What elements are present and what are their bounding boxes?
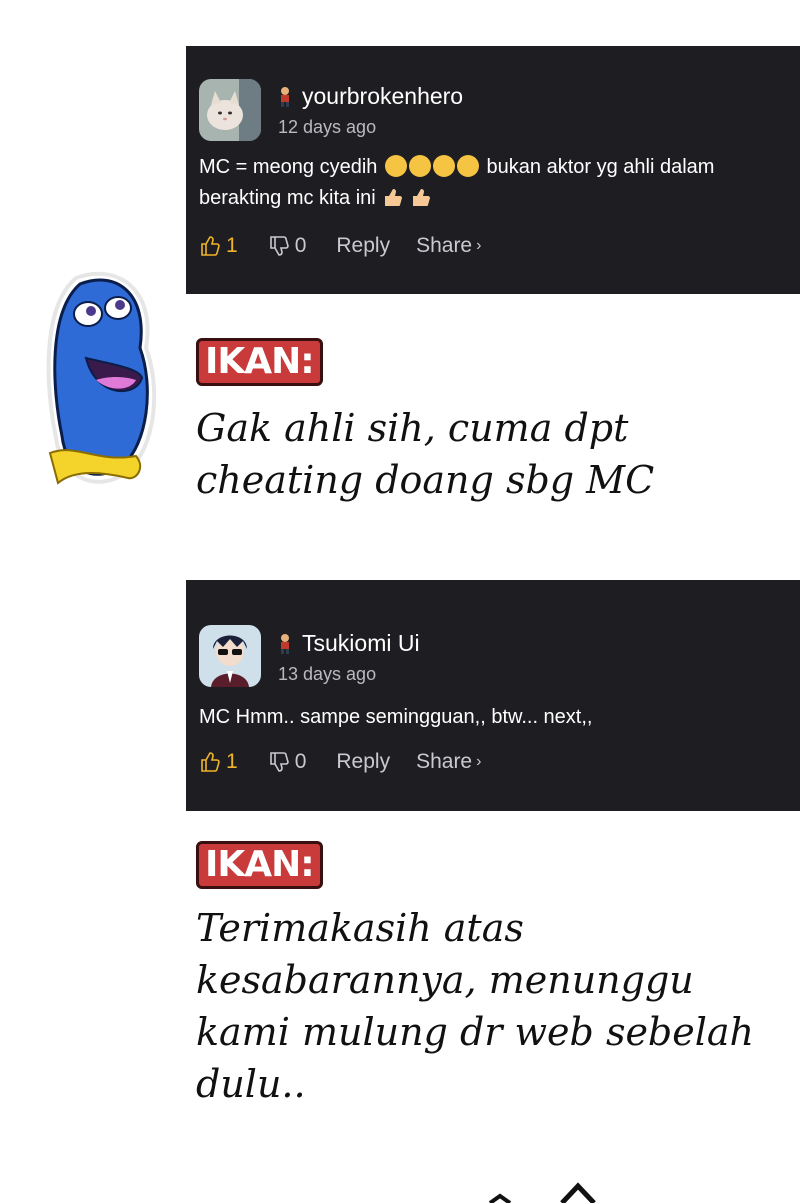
comment-timestamp: 12 days ago	[278, 117, 377, 137]
rofl-emoji-icon	[456, 155, 479, 177]
response-text: Gak ahli sih, cuma dpt cheating doang sb…	[196, 406, 655, 502]
like-count: 1	[226, 234, 238, 257]
dislike-button[interactable]: 0	[268, 750, 307, 774]
thumbs-down-icon	[269, 236, 289, 256]
share-button[interactable]: Share ›	[416, 750, 481, 774]
thumbs-up-emoji-icon	[412, 189, 430, 206]
username[interactable]: yourbrokenhero	[302, 83, 463, 110]
comment-card: yourbrokenhero 12 days ago MC = meong cy…	[186, 46, 800, 294]
like-button[interactable]: 1	[199, 750, 238, 774]
thumbs-up-icon	[201, 236, 220, 256]
chevron-right-icon: ›	[476, 237, 482, 254]
laughing-emoji-group	[384, 155, 479, 177]
dislike-button[interactable]: 0	[268, 234, 307, 258]
comment-text: MC = meong cyedih bukan aktor yg ahli da…	[199, 155, 715, 209]
rofl-emoji-icon	[408, 155, 431, 177]
comment-card: Tsukiomi Ui 13 days ago MC Hmm.. sampe s…	[186, 580, 800, 811]
rank-badge-icon	[278, 633, 292, 655]
speaker-label: IKAN:	[196, 338, 323, 386]
like-button[interactable]: 1	[199, 234, 238, 258]
like-count: 1	[226, 750, 238, 773]
user-avatar[interactable]	[199, 79, 261, 141]
dislike-count: 0	[294, 750, 307, 773]
thumbs-up-icon	[201, 752, 220, 772]
comment-actions: 1 0 Reply Share ›	[199, 750, 481, 774]
reply-button[interactable]: Reply	[336, 750, 390, 774]
thumbs-up-emoji-icon	[385, 189, 403, 206]
fish-mascot-illustration	[46, 271, 157, 485]
share-button[interactable]: Share ›	[416, 234, 481, 258]
thumbs-down-icon	[269, 752, 289, 772]
chevron-right-icon: ›	[476, 753, 482, 770]
username[interactable]: Tsukiomi Ui	[302, 630, 420, 657]
comment-timestamp: 13 days ago	[278, 664, 377, 684]
rofl-emoji-icon	[432, 155, 455, 177]
rank-badge-icon	[278, 86, 292, 108]
speaker-label: IKAN:	[196, 841, 323, 889]
reply-button[interactable]: Reply	[336, 234, 390, 258]
partial-artwork-illustration	[488, 1182, 596, 1203]
user-avatar[interactable]	[199, 625, 261, 687]
comment-actions: 1 0 Reply Share ›	[199, 234, 481, 258]
dislike-count: 0	[294, 234, 307, 257]
rofl-emoji-icon	[384, 155, 407, 177]
response-text: Terimakasih atas kesabarannya, menunggu …	[196, 906, 755, 1106]
comment-text: MC Hmm.. sampe semingguan,, btw... next,…	[199, 706, 593, 728]
